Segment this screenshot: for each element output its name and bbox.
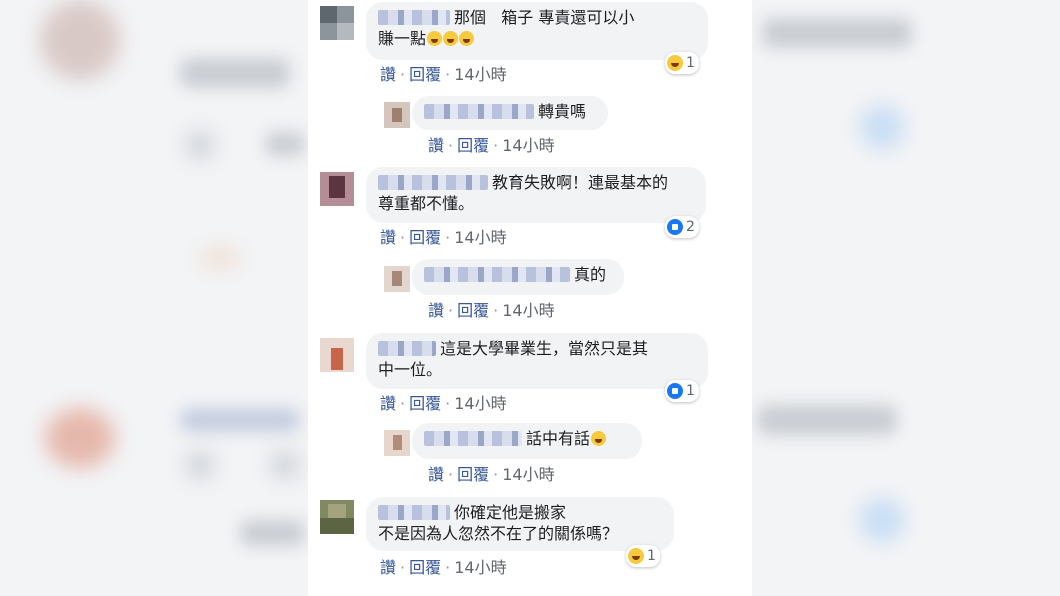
blurred-background-right	[752, 0, 1060, 596]
reply-link[interactable]: 回覆	[457, 461, 489, 485]
laughing-emoji-icon	[427, 31, 443, 46]
reply-link[interactable]: 回覆	[409, 61, 441, 85]
avatar[interactable]	[320, 6, 354, 40]
haha-icon	[667, 55, 683, 71]
like-icon	[667, 219, 683, 235]
comment-actions: 讚 · 回覆 · 14小時	[380, 390, 507, 414]
avatar[interactable]	[384, 430, 410, 456]
comment-bubble: 教育失敗啊！連最基本的 尊重都不懂。	[366, 167, 706, 223]
comment-actions: 讚 · 回覆 · 14小時	[428, 297, 555, 321]
comments-panel: 那個 箱子 專責還可以小 賺一點 1 讚 · 回覆 · 14小時 轉貴嗎 讚 · 回覆 · 14…	[308, 0, 752, 596]
reply-link[interactable]: 回覆	[409, 390, 441, 414]
like-link[interactable]: 讚	[380, 554, 396, 578]
reaction-count[interactable]: 2	[665, 216, 699, 238]
avatar[interactable]	[384, 266, 410, 292]
reply-bubble: 轉貴嗎	[412, 96, 608, 130]
commenter-name-blurred[interactable]	[424, 431, 522, 446]
avatar[interactable]	[320, 172, 354, 206]
timestamp[interactable]: 14小時	[454, 61, 506, 85]
like-link[interactable]: 讚	[428, 461, 444, 485]
avatar[interactable]	[320, 338, 354, 372]
comment-text: 真的	[574, 265, 607, 284]
reply-link[interactable]: 回覆	[409, 554, 441, 578]
timestamp[interactable]: 14小時	[502, 297, 554, 321]
laughing-emoji-icon	[443, 31, 459, 46]
reaction-count[interactable]: 1	[665, 380, 699, 402]
comment-actions: 讚 · 回覆 · 14小時	[380, 61, 507, 85]
like-link[interactable]: 讚	[380, 390, 396, 414]
reply-link[interactable]: 回覆	[457, 132, 489, 156]
like-link[interactable]: 讚	[380, 224, 396, 248]
like-link[interactable]: 讚	[428, 132, 444, 156]
comment-bubble: 你確定他是搬家 不是因為人忽然不在了的關係嗎？	[366, 497, 674, 551]
haha-icon	[628, 548, 644, 564]
commenter-name-blurred[interactable]	[378, 341, 436, 356]
reply-link[interactable]: 回覆	[409, 224, 441, 248]
commenter-name-blurred[interactable]	[378, 175, 488, 190]
reply-bubble: 話中有話	[412, 423, 642, 459]
timestamp[interactable]: 14小時	[454, 554, 506, 578]
comment-actions: 讚 · 回覆 · 14小時	[380, 224, 507, 248]
avatar[interactable]	[320, 500, 354, 534]
comment-text: 話中有話	[526, 429, 591, 448]
like-link[interactable]: 讚	[380, 61, 396, 85]
blurred-background-left	[0, 0, 308, 596]
reaction-count[interactable]: 1	[665, 52, 699, 74]
commenter-name-blurred[interactable]	[378, 505, 450, 520]
reply-link[interactable]: 回覆	[457, 297, 489, 321]
comment-actions: 讚 · 回覆 · 14小時	[380, 554, 507, 578]
timestamp[interactable]: 14小時	[502, 461, 554, 485]
like-link[interactable]: 讚	[428, 297, 444, 321]
reaction-count[interactable]: 1	[626, 545, 660, 567]
commenter-name-blurred[interactable]	[424, 267, 570, 282]
laughing-emoji-icon	[459, 31, 475, 46]
comment-actions: 讚 · 回覆 · 14小時	[428, 461, 555, 485]
timestamp[interactable]: 14小時	[454, 390, 506, 414]
comment-bubble: 那個 箱子 專責還可以小 賺一點	[366, 2, 708, 60]
comment-text: 轉貴嗎	[538, 102, 587, 121]
timestamp[interactable]: 14小時	[454, 224, 506, 248]
like-icon	[667, 383, 683, 399]
comment-bubble: 這是大學畢業生，當然只是其 中一位。	[366, 333, 708, 389]
comment-actions: 讚 · 回覆 · 14小時	[428, 132, 555, 156]
crying-emoji-icon	[591, 431, 607, 446]
timestamp[interactable]: 14小時	[502, 132, 554, 156]
commenter-name-blurred[interactable]	[424, 104, 534, 119]
avatar[interactable]	[384, 102, 410, 128]
reply-bubble: 真的	[412, 259, 624, 295]
commenter-name-blurred[interactable]	[378, 10, 450, 25]
